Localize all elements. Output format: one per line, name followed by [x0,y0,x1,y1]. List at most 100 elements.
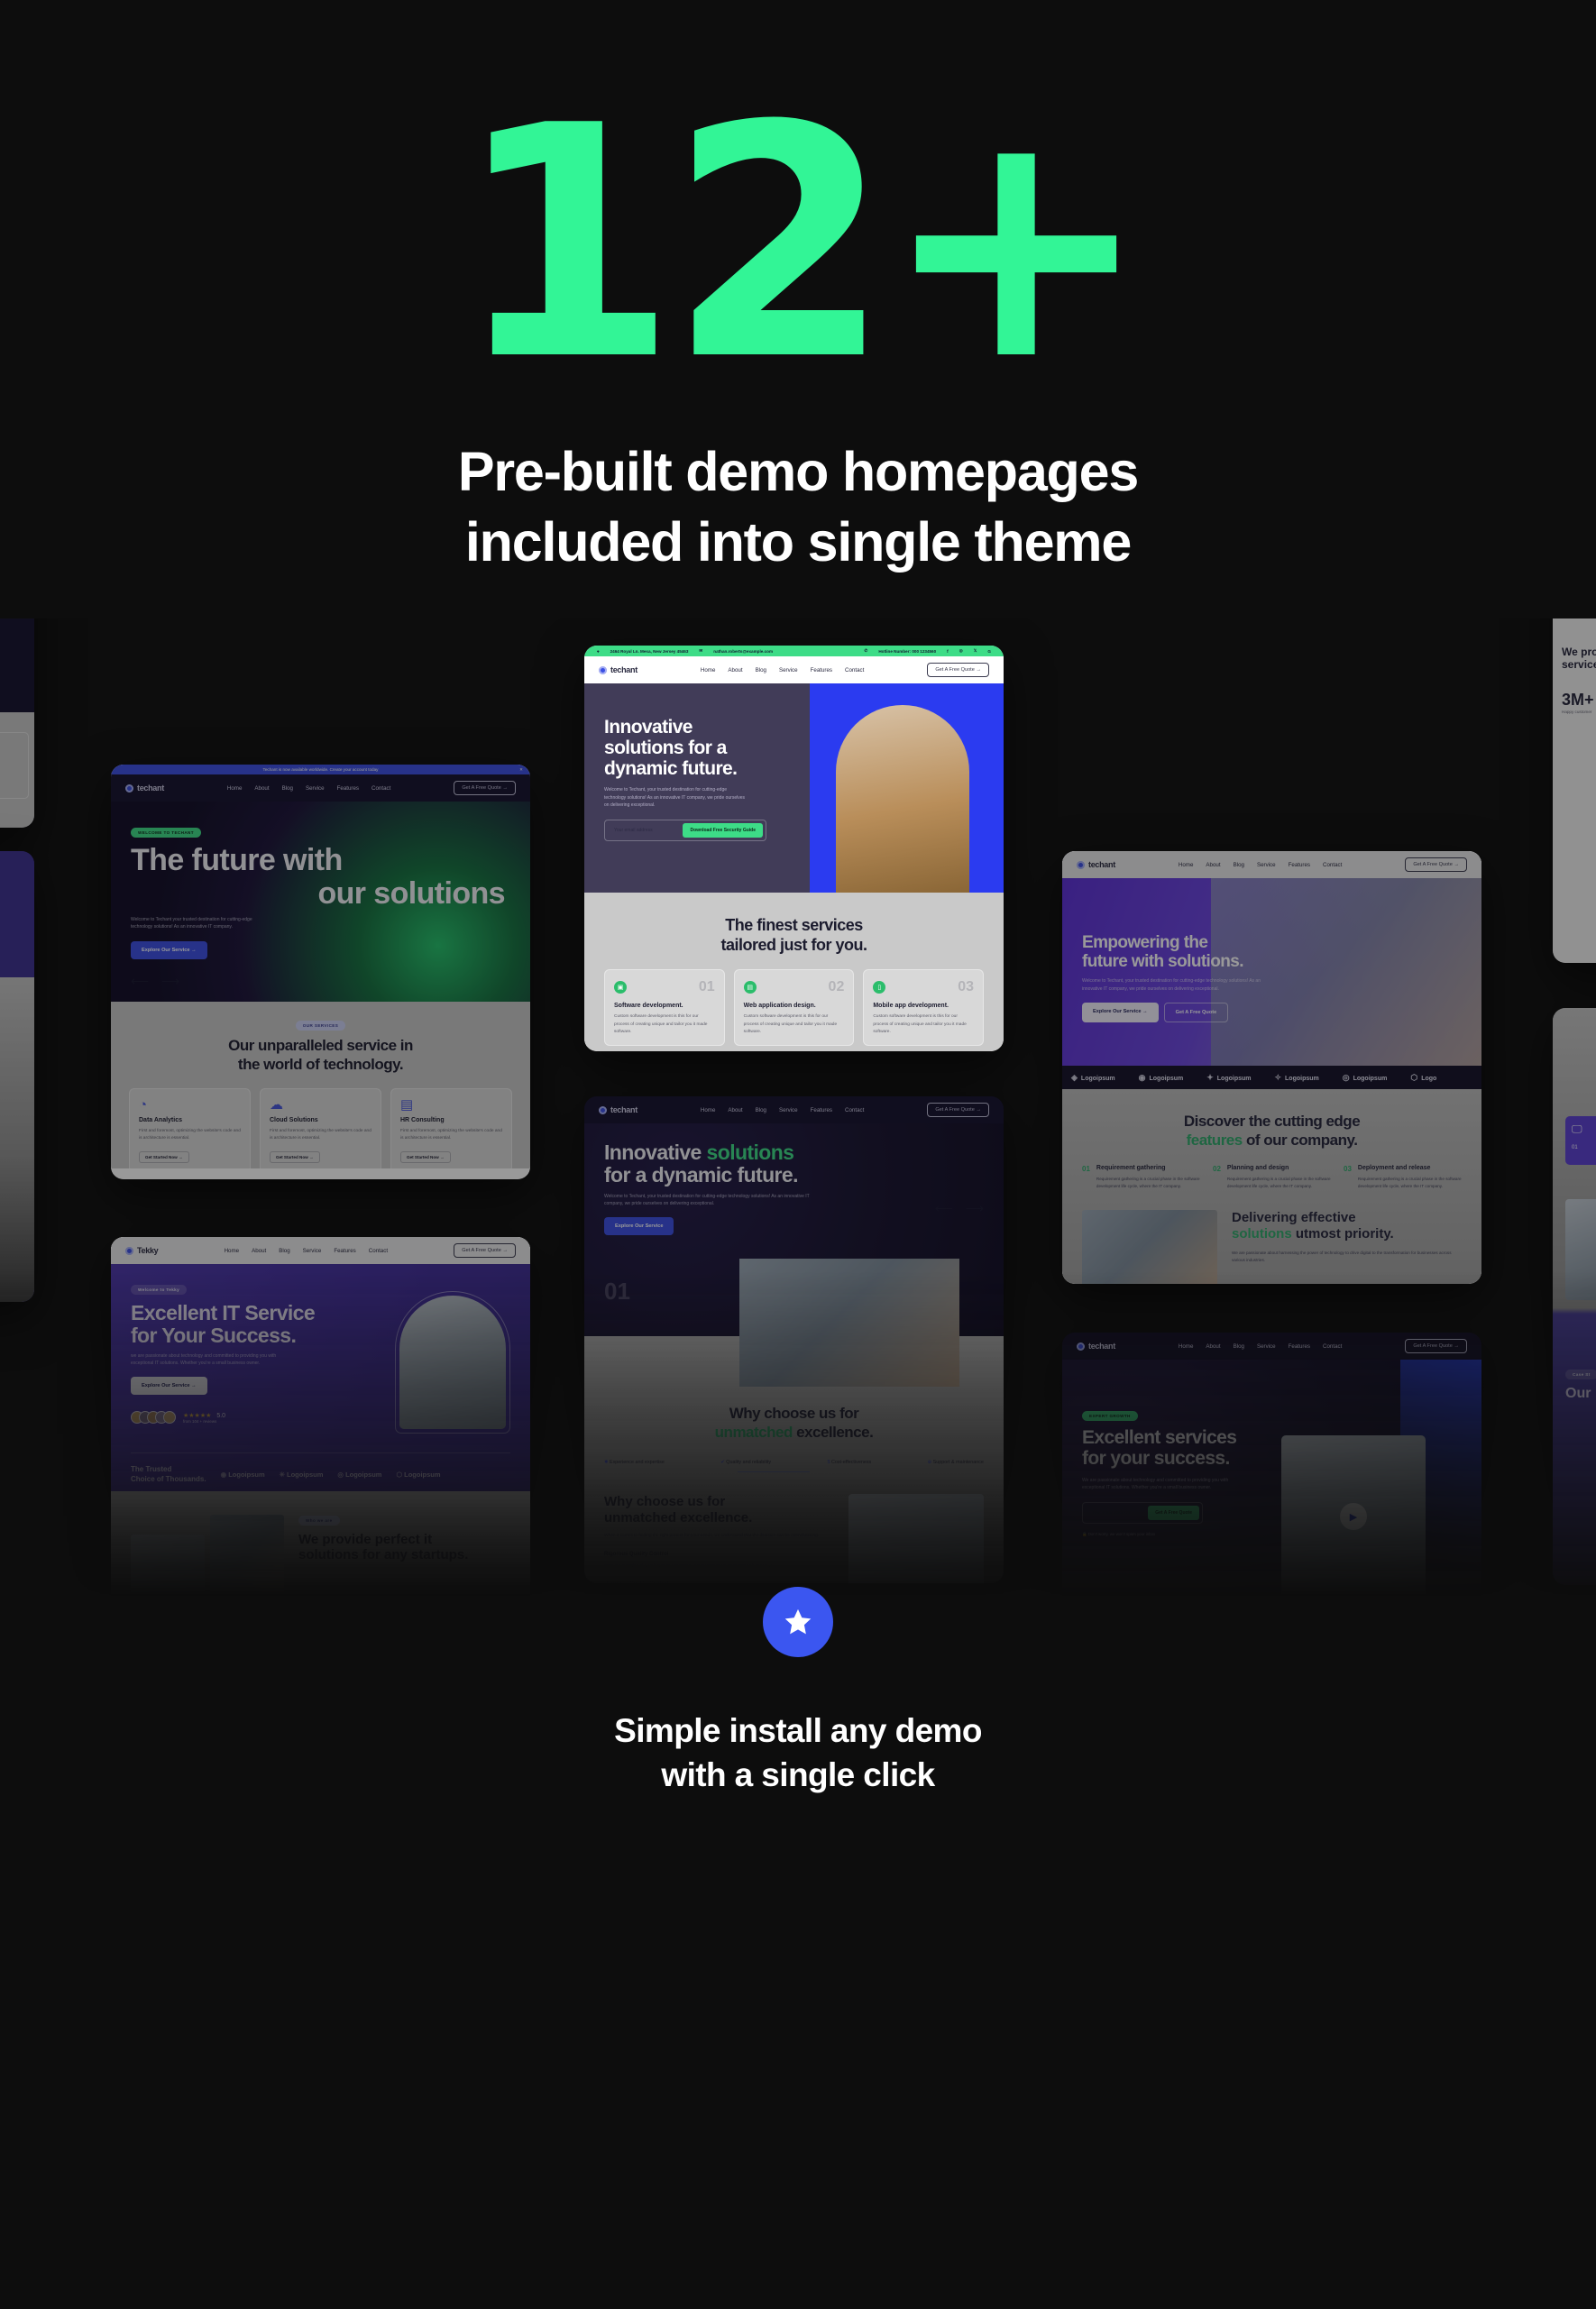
nav-item-contact[interactable]: Contact [845,667,864,673]
nav-item-contact[interactable]: Contact [845,1107,864,1113]
nav-item-features[interactable]: Features [337,785,359,792]
demo-card-innovative-solutions-dark[interactable]: techant Home About Blog Service Features… [584,1096,1004,1584]
demo-card-edge-right-top[interactable]: We prov services 3M+ Happy customer [1553,618,1596,964]
social-icon-google[interactable]: G [987,649,991,654]
nav-item-features[interactable]: Features [811,667,832,673]
download-guide-button[interactable]: Download Free Security Guide [683,823,763,838]
explore-service-button[interactable]: Explore Our Service → [1082,1002,1159,1022]
prev-arrow-icon[interactable]: ⟵ [935,1201,953,1216]
social-icon-github[interactable]: ◎ [959,648,963,654]
nav-item-about[interactable]: About [728,667,742,673]
nav-item-service[interactable]: Service [779,667,798,673]
nav-item-features[interactable]: Features [334,1248,355,1254]
demo-card-edge-left-bottom[interactable]: sum [0,851,34,1303]
nav-item-blog[interactable]: Blog [282,785,293,792]
nav-item-contact[interactable]: Contact [1323,862,1342,868]
card-link[interactable]: Get Started Now → [139,1151,189,1164]
accordion-item[interactable]: Rigorous Quality Control From the incept… [604,1552,834,1570]
nav-item-service[interactable]: Service [303,1248,322,1254]
explore-service-button[interactable]: Explore Our Service → [131,941,207,960]
nav-item-contact[interactable]: Contact [1323,1343,1342,1350]
nav-item-about[interactable]: About [1206,862,1220,868]
nav-item-home[interactable]: Home [1179,1343,1194,1350]
hero-title-line-2: future with solutions. [1082,951,1244,971]
demo-card-innovative-solutions-light[interactable]: ⌖ 2464 Royal Ln. Mesa, New Jersey 45463 … [584,646,1004,1052]
quote-button[interactable]: Get A Free Quote [1163,1002,1229,1022]
service-card[interactable]: ◔ Data Analytics First and foremost, opt… [129,1088,251,1174]
nav-item-home[interactable]: Home [1179,862,1194,868]
topbar-email[interactable]: nathan.roberts@example.com [713,649,773,654]
feature-tab[interactable]: ✸ Experience and expertise [604,1460,665,1465]
feature-tile[interactable]: 🖵 01 [1565,1116,1596,1166]
nav-item-home[interactable]: Home [701,667,716,673]
service-card[interactable]: ▤ HR Consulting First and foremost, opti… [390,1088,512,1174]
prev-arrow-icon[interactable]: ⟵ [131,974,149,989]
nav-item-about[interactable]: About [254,785,269,792]
nav-item-contact[interactable]: Contact [369,1248,388,1254]
explore-service-button[interactable]: Explore Our Service → [131,1377,207,1396]
nav-item-features[interactable]: Features [1289,1343,1310,1350]
email-input[interactable]: Your email address [1086,1510,1148,1516]
hero-title-line-1: Innovative [604,717,693,738]
brand-logo[interactable]: techant [1077,860,1115,869]
brand-logo[interactable]: techant [125,783,164,793]
next-arrow-icon[interactable]: ⟶ [966,1201,984,1216]
demo-card-empowering-the-future[interactable]: techant Home About Blog Service Features… [1062,851,1481,1285]
nav-item-service[interactable]: Service [779,1107,798,1113]
demo-card-excellent-it-service[interactable]: Tekky Home About Blog Service Features C… [111,1237,530,1626]
quote-button[interactable]: Get A Free Quote → [1405,857,1467,873]
nav-item-blog[interactable]: Blog [756,1107,766,1113]
nav-item-service[interactable]: Service [1257,1343,1276,1350]
feature-tab[interactable]: $ Cost-effectiveness [827,1460,871,1465]
nav-item-home[interactable]: Home [227,785,243,792]
explore-service-button[interactable]: Explore Our Service [604,1217,674,1236]
hero-video-thumbnail[interactable]: ▶ [1281,1435,1426,1599]
nav-item-service[interactable]: Service [306,785,325,792]
service-card[interactable]: ▯ 03 Mobile app development. Custom soft… [863,969,985,1046]
service-card[interactable]: ☁ Cloud Solutions First and foremost, op… [260,1088,381,1174]
nav-item-home[interactable]: Home [701,1107,716,1113]
quote-button[interactable]: Get A Free Quote → [454,781,516,796]
nav-item-blog[interactable]: Blog [1234,1343,1244,1350]
demo-card-the-future-with-our-solutions[interactable]: Techant is now available worldwide. Crea… [111,765,530,1180]
social-icon-twitter[interactable]: 𝕏 [974,648,977,654]
card-link[interactable]: Get Started Now → [400,1151,451,1164]
nav-item-about[interactable]: About [728,1107,742,1113]
service-card[interactable]: ▣ 01 Software development. Custom softwa… [604,969,725,1046]
nav-item-features[interactable]: Features [1289,862,1310,868]
nav-item-about[interactable]: About [252,1248,266,1254]
demo-card-edge-right-bottom[interactable]: 🖵 01 Case St Our [1553,1008,1596,1586]
nav-item-home[interactable]: Home [225,1248,240,1254]
nav-item-blog[interactable]: Blog [1234,862,1244,868]
feature-tab[interactable]: ✔ Quality and reliability [720,1460,771,1465]
demo-card-edge-left-top[interactable]: Get A Free Quote → ns. [0,618,34,829]
email-signup-form[interactable]: Your email address Get A Free Quote [1082,1502,1203,1525]
quote-button[interactable]: Get A Free Quote → [1405,1339,1467,1354]
card-link[interactable]: Get Started Now → [270,1151,320,1164]
brand-logo[interactable]: techant [599,665,637,674]
feature-tab[interactable]: ⊕ Support & maintenance [928,1460,984,1465]
social-icon-facebook[interactable]: f [947,649,949,654]
quote-button[interactable]: Get A Free Quote → [927,663,989,678]
quote-button[interactable]: Get A Free Quote → [927,1103,989,1118]
brand-logo[interactable]: techant [1077,1342,1115,1351]
nav-item-blog[interactable]: Blog [756,667,766,673]
email-input[interactable]: Your email address [608,828,683,833]
nav-item-blog[interactable]: Blog [279,1248,289,1254]
demo-card-excellent-services[interactable]: techant Home About Blog Service Features… [1062,1333,1481,1631]
play-icon[interactable]: ▶ [1340,1503,1367,1531]
close-icon[interactable]: ✕ [519,767,523,773]
quote-button[interactable]: Get A Free Quote [1148,1506,1199,1521]
next-arrow-icon[interactable]: ⟶ [161,974,179,989]
email-signup-form[interactable]: Your email address Download Free Securit… [604,820,766,841]
brand-logo[interactable]: techant [599,1105,637,1114]
nav-item-features[interactable]: Features [811,1107,832,1113]
quote-button[interactable]: Get A Free Quote → [454,1243,516,1259]
brand-logo[interactable]: Tekky [125,1246,159,1255]
star-badge[interactable] [763,1587,833,1658]
service-card[interactable]: ▤ 02 Web application design. Custom soft… [733,969,855,1046]
accordion-item[interactable]: Rigorous Quality Control From the incept… [604,1581,834,1583]
nav-item-about[interactable]: About [1206,1343,1220,1350]
nav-item-service[interactable]: Service [1257,862,1276,868]
nav-item-contact[interactable]: Contact [371,785,390,792]
